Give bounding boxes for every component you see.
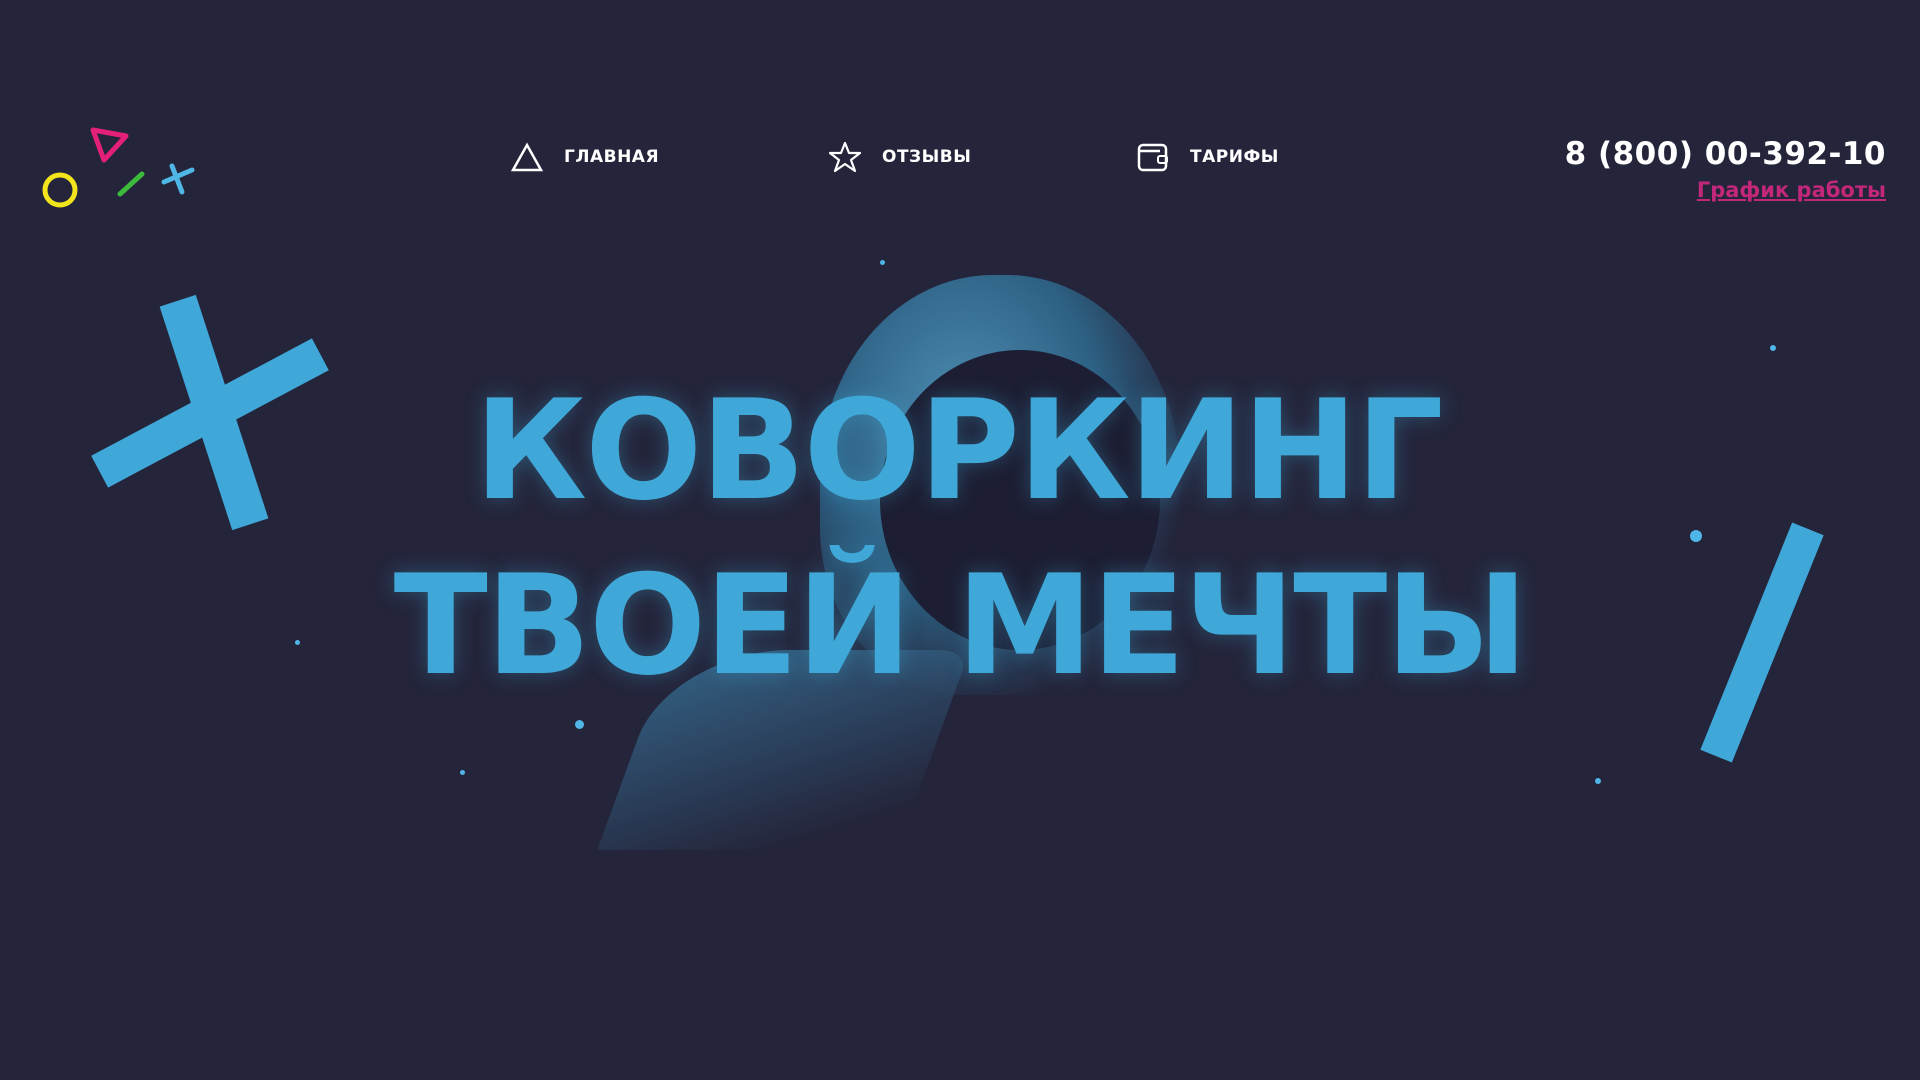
logo-triangle-icon bbox=[90, 127, 129, 163]
logo-cross-icon bbox=[161, 163, 195, 195]
nav-reviews[interactable]: ОТЗЫВЫ bbox=[828, 140, 971, 174]
hero-title-line-2: ТВОЕЙ МЕЧТЫ bbox=[393, 545, 1529, 706]
star-dot bbox=[295, 640, 300, 645]
logo[interactable] bbox=[38, 122, 208, 222]
nav-tariffs-label: ТАРИФЫ bbox=[1190, 147, 1279, 167]
logo-line-icon bbox=[117, 171, 145, 197]
star-icon bbox=[828, 141, 862, 173]
wallet-icon bbox=[1137, 143, 1168, 172]
star-dot bbox=[880, 260, 885, 265]
phone-number[interactable]: 8 (800) 00-392-10 bbox=[1565, 136, 1886, 172]
nav-home-label: ГЛАВНАЯ bbox=[564, 147, 660, 167]
triangle-icon bbox=[510, 142, 544, 172]
star-dot bbox=[1595, 778, 1601, 784]
logo-circle-icon bbox=[42, 172, 78, 208]
nav-reviews-label: ОТЗЫВЫ bbox=[882, 147, 972, 167]
star-dot bbox=[1770, 345, 1776, 351]
nav-home[interactable]: ГЛАВНАЯ bbox=[510, 140, 659, 174]
star-dot bbox=[460, 770, 465, 775]
hero-title-line-1: КОВОРКИНГ bbox=[474, 370, 1443, 531]
schedule-link[interactable]: График работы bbox=[1697, 178, 1886, 202]
star-dot bbox=[575, 720, 584, 729]
nav-tariffs[interactable]: ТАРИФЫ bbox=[1136, 140, 1279, 174]
hero-banner: КОВОРКИНГ ТВОЕЙ МЕЧТЫ bbox=[0, 230, 1920, 850]
star-dot bbox=[1690, 530, 1702, 542]
